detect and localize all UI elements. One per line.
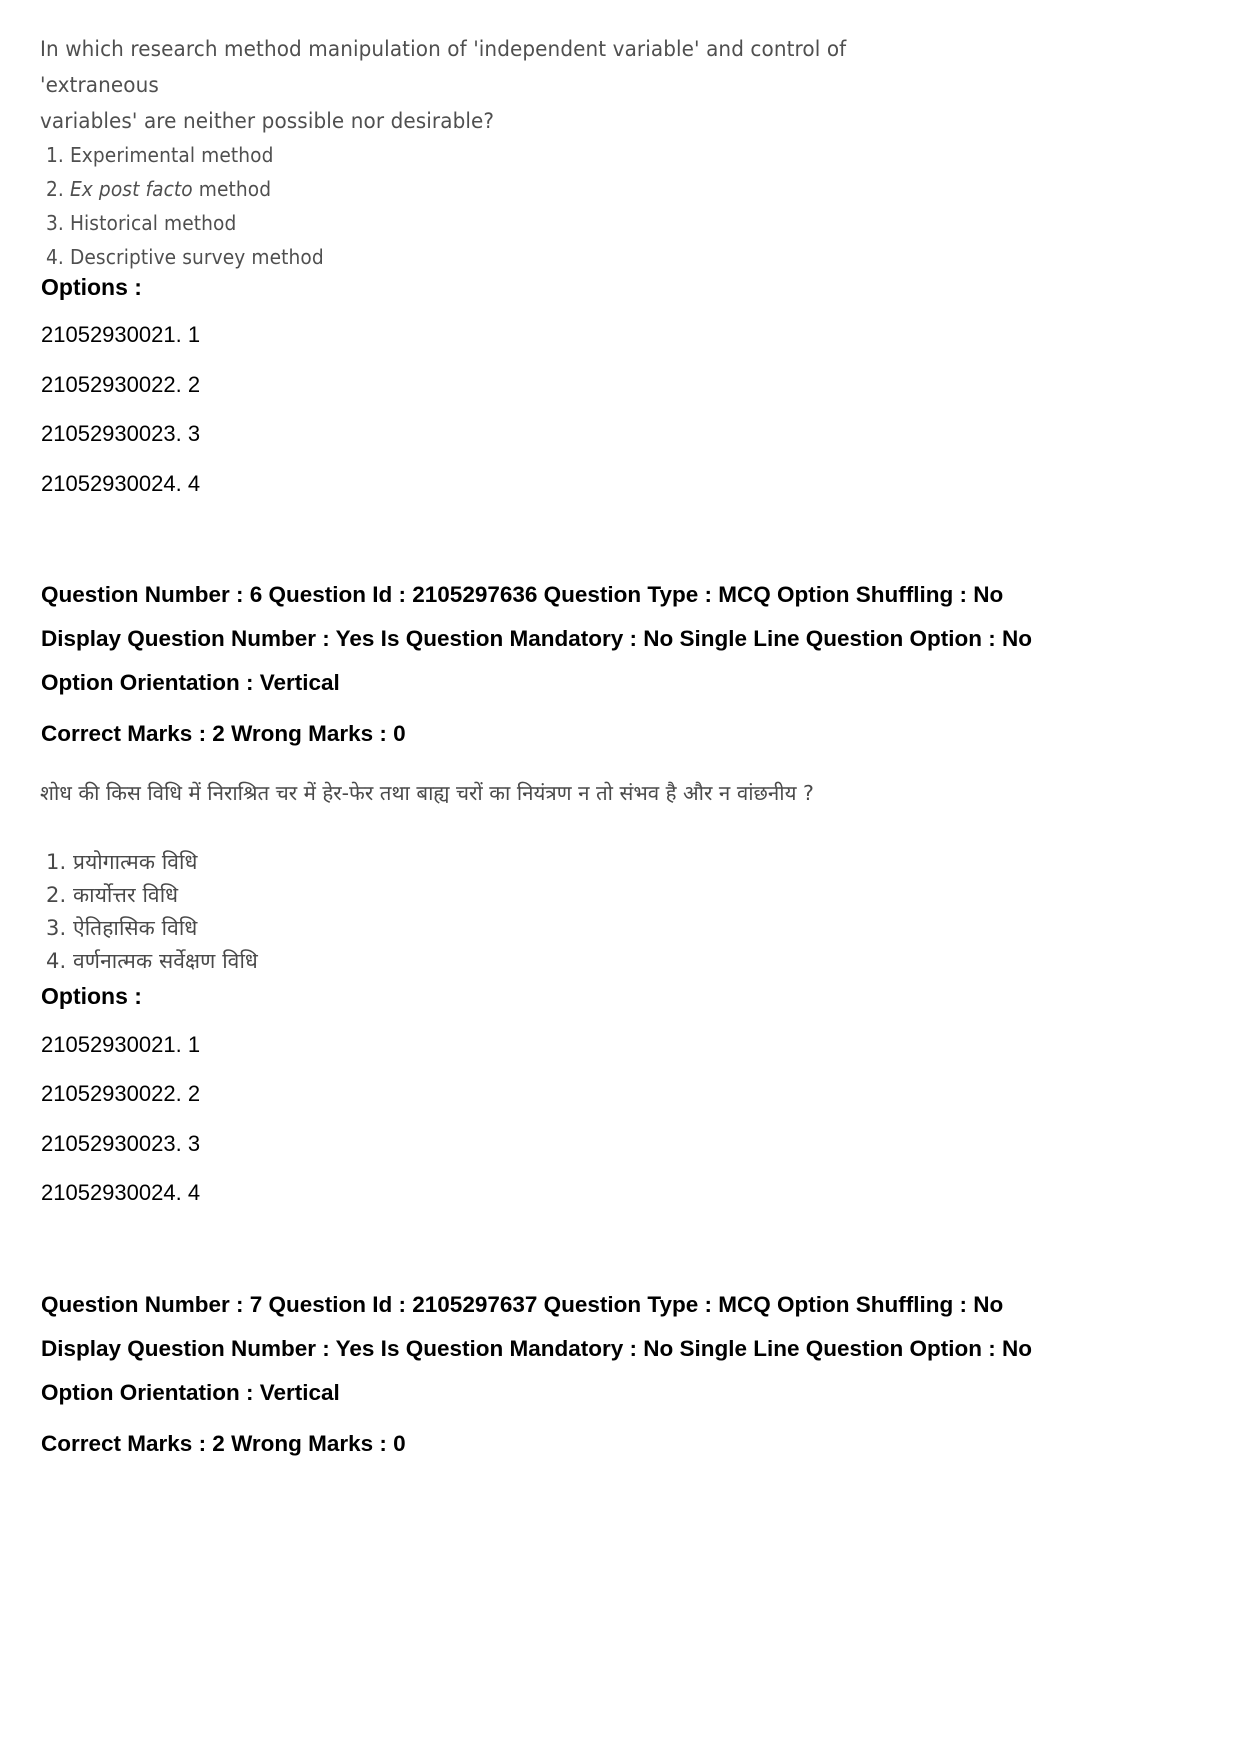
question5-scanned-stem: In which research method manipulation of… — [40, 32, 940, 140]
choice-text-hi-4: वर्णनात्मक सर्वेक्षण विधि — [73, 949, 258, 973]
stem-line-1: In which research method manipulation of… — [40, 37, 847, 98]
choice-item-2: 2. Ex post facto method — [46, 172, 324, 206]
choice-text-3: Historical method — [69, 211, 237, 235]
choice-number-4: 4. — [46, 245, 64, 269]
choice-item-1: 1. Experimental method — [46, 138, 324, 172]
question7-marks: Correct Marks : 2 Wrong Marks : 0 — [41, 1431, 406, 1456]
choice-number-hi-3: 3. — [46, 916, 67, 940]
choice-item-hi-4: 4. वर्णनात्मक सर्वेक्षण विधि — [46, 945, 258, 978]
choice-text-4: Descriptive survey method — [69, 245, 324, 269]
question7-meta-line-3: Option Orientation : Vertical — [41, 1380, 340, 1405]
choice-item-hi-1: 1. प्रयोगात्मक विधि — [46, 846, 258, 879]
choice-number-hi-4: 4. — [46, 949, 67, 973]
options-label-q6: Options : — [41, 983, 142, 1009]
option-code-q6-2: 21052930022. 2 — [41, 1081, 201, 1106]
question7-meta-line-1: Question Number : 7 Question Id : 210529… — [41, 1292, 1004, 1317]
choice-number-hi-2: 2. — [46, 883, 67, 907]
question6-meta-line-2: Display Question Number : Yes Is Questio… — [41, 626, 1032, 651]
choice-number-2: 2. — [46, 177, 64, 201]
choice-text-hi-2: कार्योत्तर विधि — [73, 883, 179, 907]
stem-hindi-line: शोध की किस विधि में निराश्रित चर में हेर… — [40, 781, 814, 805]
choice-item-hi-3: 3. ऐतिहासिक विधि — [46, 912, 258, 945]
option-code-q5-1: 21052930021. 1 — [41, 322, 201, 347]
option-code-q6-4: 21052930024. 4 — [41, 1180, 201, 1205]
question6-choice-list-hindi: 1. प्रयोगात्मक विधि 2. कार्योत्तर विधि 3… — [46, 846, 258, 978]
option-code-q6-1: 21052930021. 1 — [41, 1032, 201, 1057]
options-label-q5: Options : — [41, 274, 142, 300]
question6-marks: Correct Marks : 2 Wrong Marks : 0 — [41, 721, 406, 746]
option-code-q5-4: 21052930024. 4 — [41, 471, 201, 496]
question6-meta-line-3: Option Orientation : Vertical — [41, 670, 340, 695]
option-code-q6-3: 21052930023. 3 — [41, 1131, 201, 1156]
choice-number-1: 1. — [46, 143, 64, 167]
choice-text-2-plain: method — [192, 177, 272, 201]
exam-page: In which research method manipulation of… — [0, 0, 1240, 1754]
choice-item-4: 4. Descriptive survey method — [46, 240, 324, 274]
question7-meta-line-2: Display Question Number : Yes Is Questio… — [41, 1336, 1032, 1361]
option-code-q5-3: 21052930023. 3 — [41, 421, 201, 446]
choice-text-hi-1: प्रयोगात्मक विधि — [73, 850, 198, 874]
question6-meta-line-1: Question Number : 6 Question Id : 210529… — [41, 582, 1004, 607]
question6-scanned-stem-hindi: शोध की किस विधि में निराश्रित चर में हेर… — [40, 776, 814, 810]
choice-item-3: 3. Historical method — [46, 206, 324, 240]
question5-choice-list: 1. Experimental method 2. Ex post facto … — [46, 138, 345, 274]
choice-text-2-italic: Ex post facto — [69, 177, 193, 201]
choice-text-hi-3: ऐतिहासिक विधि — [73, 916, 198, 940]
choice-item-hi-2: 2. कार्योत्तर विधि — [46, 879, 258, 912]
choice-text-1: Experimental method — [69, 143, 274, 167]
choice-number-hi-1: 1. — [46, 850, 67, 874]
stem-line-2: variables' are neither possible nor desi… — [40, 109, 495, 134]
option-code-q5-2: 21052930022. 2 — [41, 372, 201, 397]
choice-number-3: 3. — [46, 211, 64, 235]
